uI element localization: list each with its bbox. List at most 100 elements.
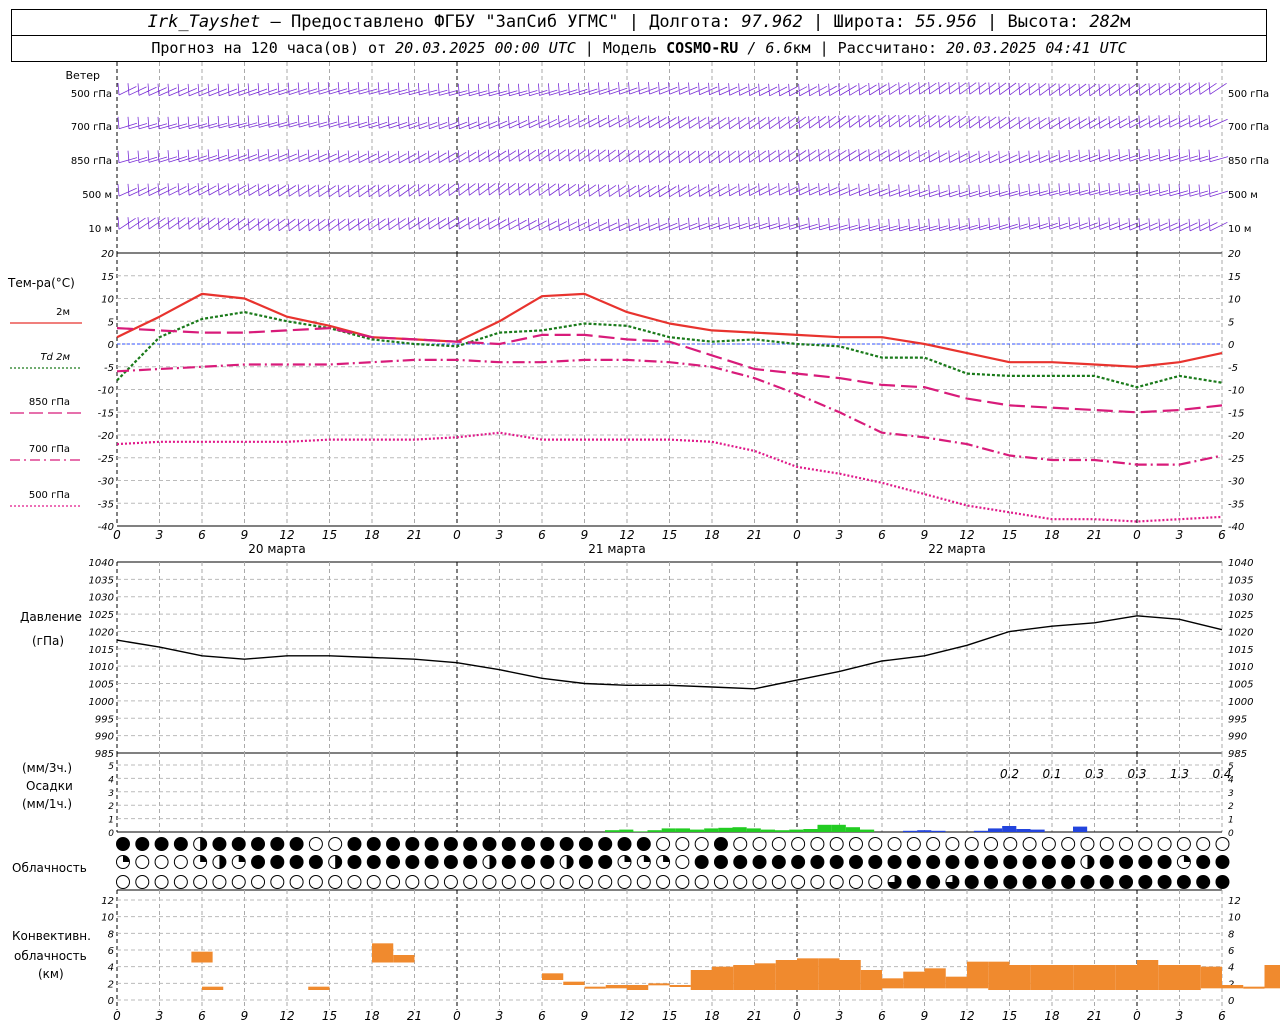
cloud-fill — [367, 837, 381, 851]
temp-ytick-left: -5 — [104, 363, 114, 374]
cloud-fill — [1023, 875, 1037, 889]
precip-bar — [903, 830, 918, 832]
cloud-symbol — [656, 837, 671, 851]
convective-cloud-bar — [924, 968, 946, 989]
cloud-fill — [566, 855, 574, 869]
cloud-fill — [444, 837, 458, 851]
precip-title: Осадки — [26, 779, 73, 793]
cloud-fill — [579, 837, 593, 851]
cloud-symbol — [1022, 837, 1037, 851]
convective-cloud-bar — [967, 961, 989, 989]
hour-tick-label: 18 — [1044, 528, 1060, 542]
cloud-fill — [212, 837, 226, 851]
cloud-fill — [907, 855, 921, 869]
wind-level-label-right: 500 м — [1228, 190, 1258, 201]
conv-ytick-right: 10 — [1228, 913, 1241, 924]
hour-tick-label-bottom: 0 — [113, 1009, 121, 1023]
convective-cloud-bar — [1073, 965, 1095, 990]
precip-bar — [704, 828, 719, 832]
conv-ytick-right: 2 — [1228, 979, 1234, 990]
precip-ytick-left: 2 — [108, 802, 114, 812]
cloud-fill — [540, 855, 554, 869]
cloud-symbol — [887, 837, 902, 851]
convective-cloud-bar — [818, 958, 840, 990]
cloud-symbol — [848, 837, 863, 851]
convective-cloud-bar — [542, 973, 564, 980]
cloud-fill — [945, 855, 959, 869]
hour-tick-label: 3 — [1176, 528, 1184, 542]
precip-total-label: 0.3 — [1085, 767, 1104, 781]
precip-bar — [718, 827, 733, 832]
cloud-fill — [1177, 875, 1191, 889]
cloud-fill — [579, 855, 593, 869]
hour-tick-label: 21 — [407, 528, 422, 542]
hour-tick-label-bottom: 15 — [662, 1009, 677, 1023]
cloud-fill — [1138, 875, 1152, 889]
temp-ytick-right: -5 — [1228, 363, 1238, 374]
hour-tick-label: 6 — [1218, 528, 1226, 542]
precip-unit-top: (мм/3ч.) — [22, 761, 72, 775]
precip-ytick-left: 0 — [108, 829, 114, 839]
temp-ytick-left: 20 — [101, 249, 114, 260]
precip-bar — [973, 830, 988, 832]
cloud-symbol — [1157, 837, 1172, 851]
conv-ytick-left: 6 — [108, 946, 114, 957]
cloud-fill — [753, 855, 767, 869]
cloud-fill — [270, 855, 284, 869]
convective-cloud-bar — [605, 985, 627, 989]
cloud-fill — [1100, 855, 1114, 869]
precip-bar — [845, 827, 860, 832]
hour-tick-label: 3 — [156, 528, 164, 542]
cloud-fill — [155, 837, 169, 851]
cloud-fill — [238, 855, 246, 862]
cloud-fill — [733, 855, 747, 869]
cloud-symbol — [521, 875, 536, 889]
pressure-ytick-right: 1010 — [1228, 662, 1253, 673]
hour-tick-label: 12 — [619, 528, 634, 542]
convective-cloud-bar — [1115, 965, 1137, 990]
hour-tick-label: 0 — [1133, 528, 1141, 542]
convective-cloud-bar — [775, 960, 797, 990]
cloud-fill — [425, 855, 439, 869]
temp-ytick-left: -20 — [98, 431, 114, 442]
hour-tick-label-bottom: 9 — [241, 1009, 249, 1023]
precip-total-label: 0.1 — [1042, 767, 1061, 781]
wind-level-label: 500 м — [82, 190, 112, 201]
precip-ytick-right: 2 — [1228, 802, 1234, 812]
hour-tick-label-bottom: 15 — [1002, 1009, 1017, 1023]
conv-ytick-left: 2 — [108, 979, 114, 990]
cloud-symbol — [752, 875, 767, 889]
convective-cloud-bar — [1094, 965, 1116, 990]
cloud-fill — [290, 837, 304, 851]
cloud-symbol — [694, 875, 709, 889]
cloud-fill — [1042, 875, 1056, 889]
hour-tick-label: 18 — [364, 528, 380, 542]
wind-barbs — [117, 82, 1227, 97]
legend-label: 2м — [56, 307, 70, 318]
precip-ytick-left: 4 — [108, 775, 114, 785]
cloud-fill — [984, 875, 998, 889]
precip-bar — [690, 829, 705, 832]
pressure-ytick-left: 1040 — [89, 558, 114, 569]
cloud-fill — [251, 837, 265, 851]
temp-ytick-right: -25 — [1228, 454, 1244, 465]
wind-level-label: 850 гПа — [71, 156, 112, 167]
cloud-fill — [1080, 875, 1094, 889]
temp-ytick-left: -30 — [98, 477, 114, 488]
hour-tick-label-bottom: 0 — [1133, 1009, 1141, 1023]
cloud-fill — [714, 855, 728, 869]
cloud-fill — [772, 855, 786, 869]
convective-cloud-bar — [191, 951, 213, 963]
cloud-fill — [1061, 875, 1075, 889]
cloud-symbol — [251, 875, 266, 889]
cloud-fill — [463, 855, 477, 869]
convective-cloud-bar — [648, 983, 670, 986]
cloud-fill — [1196, 875, 1210, 889]
cloud-fill — [386, 837, 400, 851]
conv-ytick-left: 0 — [108, 996, 114, 1007]
cloud-fill — [1119, 875, 1133, 889]
hour-tick-label: 9 — [581, 528, 589, 542]
hour-tick-label-bottom: 18 — [364, 1009, 380, 1023]
hour-tick-label-bottom: 0 — [453, 1009, 461, 1023]
cloud-fill — [521, 837, 535, 851]
